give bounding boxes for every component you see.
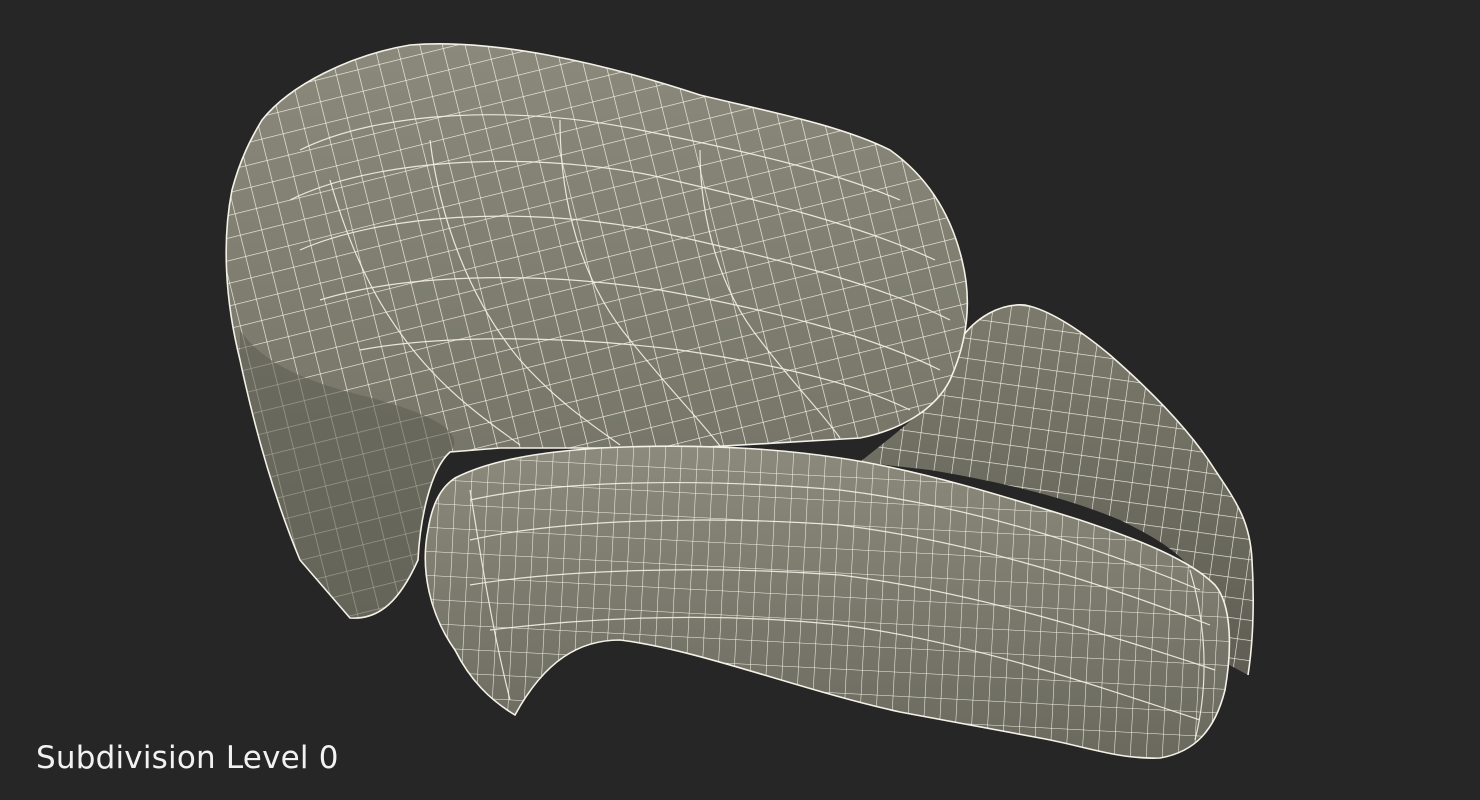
subdivision-level-caption: Subdivision Level 0 bbox=[36, 740, 339, 776]
render-viewport: Subdivision Level 0 bbox=[0, 0, 1480, 800]
wireframe-mesh-model bbox=[225, 42, 1255, 759]
